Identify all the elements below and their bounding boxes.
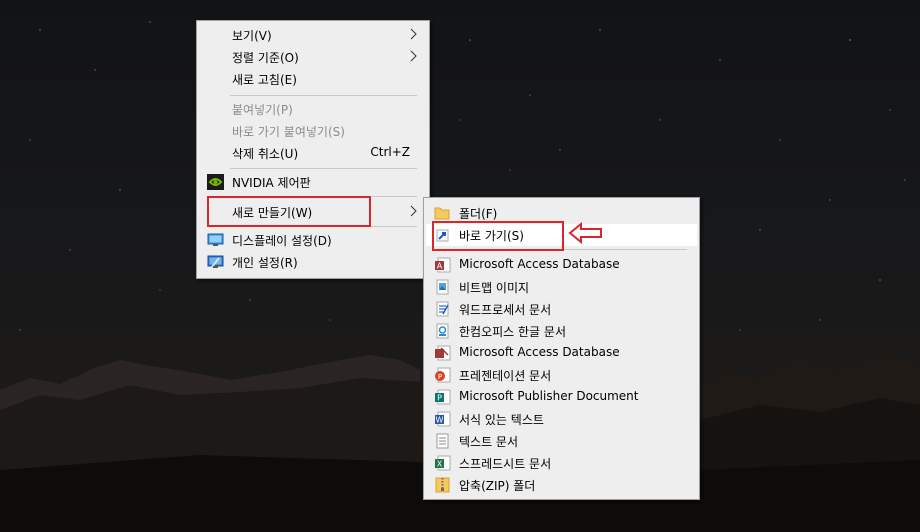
menu-item-label: 폴더(F): [459, 207, 498, 221]
annotation-highlight-new: [207, 196, 371, 227]
menu-item-label: 스프레드시트 문서: [459, 457, 552, 471]
submenu-item-presentation[interactable]: P 프레젠테이션 문서: [426, 364, 697, 386]
submenu-item-bitmap[interactable]: 비트맵 이미지: [426, 276, 697, 298]
folder-icon: [434, 207, 450, 220]
annotation-arrow-icon: [568, 222, 602, 244]
menu-item-label: 보기(V): [232, 29, 272, 43]
menu-item-label: 새로 고침(E): [232, 73, 297, 87]
menu-separator: [230, 95, 417, 96]
menu-item-label: 서식 있는 텍스트: [459, 413, 544, 427]
svg-text:X: X: [437, 460, 443, 469]
svg-text:W: W: [436, 416, 444, 425]
submenu-item-text-document[interactable]: 텍스트 문서: [426, 430, 697, 452]
menu-item-personalize[interactable]: 개인 설정(R): [199, 251, 427, 273]
text-document-icon: [436, 433, 449, 449]
wordpad-icon: [436, 301, 449, 317]
submenu-item-spreadsheet[interactable]: X 스프레드시트 문서: [426, 452, 697, 474]
menu-item-label: Microsoft Publisher Document: [459, 389, 639, 403]
menu-item-label: 개인 설정(R): [232, 256, 298, 270]
menu-item-label: 한컴오피스 한글 문서: [459, 325, 566, 339]
display-icon: [207, 233, 224, 246]
nvidia-icon: [207, 174, 224, 190]
menu-item-undo-delete[interactable]: 삭제 취소(U) Ctrl+Z: [199, 142, 427, 164]
menu-item-nvidia-control-panel[interactable]: NVIDIA 제어판: [199, 171, 427, 193]
chevron-right-icon: [410, 205, 417, 217]
powerpoint-icon: P: [435, 367, 451, 383]
hwp-icon: [436, 323, 449, 339]
menu-item-label: 프레젠테이션 문서: [459, 369, 552, 383]
menu-item-label: 정렬 기준(O): [232, 51, 299, 65]
menu-item-label: 비트맵 이미지: [459, 281, 530, 295]
submenu-item-access-database[interactable]: A Microsoft Access Database: [426, 254, 697, 276]
chevron-right-icon: [410, 28, 417, 40]
submenu-item-access-database-2[interactable]: Microsoft Access Database: [426, 342, 697, 364]
menu-item-label: 텍스트 문서: [459, 435, 519, 449]
submenu-item-hwp[interactable]: 한컴오피스 한글 문서: [426, 320, 697, 342]
excel-icon: X: [435, 455, 451, 471]
submenu-item-publisher[interactable]: P Microsoft Publisher Document: [426, 386, 697, 408]
menu-item-label: Microsoft Access Database: [459, 345, 620, 359]
menu-item-paste-shortcut: 바로 가기 붙여넣기(S): [199, 120, 427, 142]
menu-item-label: 워드프로세서 문서: [459, 303, 552, 317]
menu-item-label: 바로 가기 붙여넣기(S): [232, 125, 345, 139]
access-icon: [435, 345, 451, 361]
access-icon: A: [435, 257, 451, 273]
svg-text:P: P: [438, 373, 442, 381]
zip-folder-icon: [435, 477, 450, 493]
menu-item-label: Microsoft Access Database: [459, 257, 620, 271]
submenu-item-rich-text[interactable]: W 서식 있는 텍스트: [426, 408, 697, 430]
menu-item-paste: 붙여넣기(P): [199, 98, 427, 120]
menu-item-display-settings[interactable]: 디스플레이 설정(D): [199, 229, 427, 251]
menu-item-sort-by[interactable]: 정렬 기준(O): [199, 46, 427, 68]
submenu-item-wordpad[interactable]: 워드프로세서 문서: [426, 298, 697, 320]
personalize-icon: [207, 255, 224, 268]
menu-separator: [230, 168, 417, 169]
menu-item-refresh[interactable]: 새로 고침(E): [199, 68, 427, 90]
menu-item-label: NVIDIA 제어판: [232, 176, 311, 190]
publisher-icon: P: [435, 389, 451, 405]
menu-item-shortcut: Ctrl+Z: [370, 145, 410, 159]
word-icon: W: [435, 411, 451, 427]
bitmap-icon: [436, 279, 449, 295]
menu-item-label: 디스플레이 설정(D): [232, 234, 332, 248]
menu-item-view[interactable]: 보기(V): [199, 24, 427, 46]
menu-item-label: 압축(ZIP) 폴더: [459, 479, 536, 493]
desktop-context-menu: 보기(V) 정렬 기준(O) 새로 고침(E) 붙여넣기(P) 바로 가기 붙여…: [196, 20, 430, 279]
annotation-highlight-shortcut: [432, 221, 564, 251]
svg-text:P: P: [437, 394, 442, 403]
submenu-item-zip-folder[interactable]: 압축(ZIP) 폴더: [426, 474, 697, 496]
chevron-right-icon: [410, 50, 417, 62]
menu-item-label: 삭제 취소(U): [232, 147, 299, 161]
svg-text:A: A: [437, 262, 443, 271]
menu-item-label: 붙여넣기(P): [232, 103, 293, 117]
